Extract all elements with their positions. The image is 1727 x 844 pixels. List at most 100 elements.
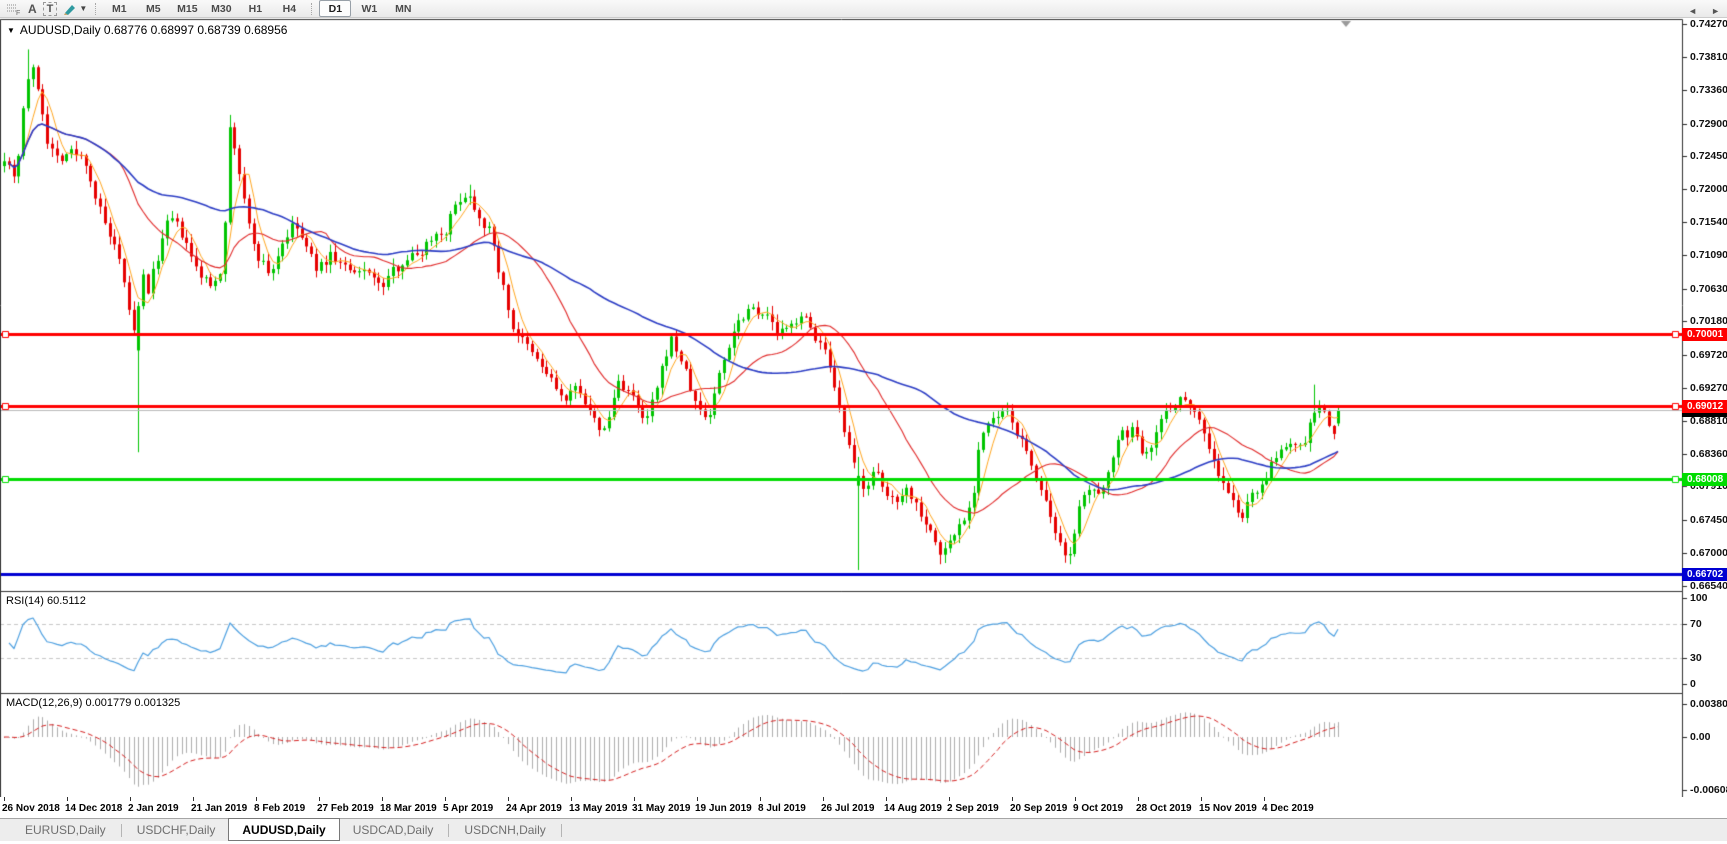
top-toolbar: F A T ▼ M1M5M15M30H1H4 D1W1MN — [0, 0, 1727, 18]
price-axis-tick: 0.70630 — [1690, 283, 1727, 295]
date-tick-mark — [1138, 797, 1139, 801]
date-axis-label: 14 Dec 2018 — [65, 803, 122, 814]
date-axis-label: 4 Dec 2019 — [1262, 803, 1314, 814]
timeframe-button-m5[interactable]: M5 — [137, 0, 169, 17]
date-axis-label: 5 Apr 2019 — [443, 803, 493, 814]
date-axis-label: 26 Nov 2018 — [2, 803, 60, 814]
tab-scroll-right-icon[interactable]: ► — [1711, 6, 1720, 16]
date-tick-mark — [697, 797, 698, 801]
tab-separator — [121, 824, 122, 837]
date-axis-label: 13 May 2019 — [569, 803, 627, 814]
rsi-pane-label: RSI(14) 60.5112 — [6, 595, 86, 607]
price-axis[interactable]: 0.742700.738100.733600.729000.724500.720… — [1682, 0, 1727, 800]
price-axis-tick: 0.68360 — [1690, 448, 1727, 460]
macd-axis-tick: 0.003804 — [1690, 698, 1727, 710]
rsi-axis-tick: 100 — [1690, 592, 1708, 604]
date-tick-mark — [67, 797, 68, 801]
date-axis-label: 26 Jul 2019 — [821, 803, 874, 814]
date-axis-label: 20 Sep 2019 — [1010, 803, 1067, 814]
timeframe-button-mn[interactable]: MN — [387, 0, 419, 17]
date-axis-label: 28 Oct 2019 — [1136, 803, 1192, 814]
chart-tab-bar: EURUSD,DailyUSDCHF,DailyAUDUSD,DailyUSDC… — [0, 818, 1727, 841]
date-tick-mark — [256, 797, 257, 801]
chevron-down-icon: ▼ — [79, 4, 87, 13]
svg-text:F: F — [16, 10, 20, 16]
tab-separator — [448, 824, 449, 837]
timeframe-button-w1[interactable]: W1 — [353, 0, 385, 17]
date-tick-mark — [382, 797, 383, 801]
price-axis-tick: 0.72900 — [1690, 118, 1727, 130]
tab-scroll-left-icon[interactable]: ◄ — [1688, 6, 1697, 16]
timeframe-button-m1[interactable]: M1 — [103, 0, 135, 17]
macd-axis-tick: -0.006087 — [1690, 784, 1727, 796]
indicator-f-icon[interactable]: F — [3, 1, 25, 17]
timeframe-button-m15[interactable]: M15 — [171, 0, 203, 17]
t-tool-icon: T — [43, 2, 58, 16]
tab-usdcnh[interactable]: USDCNH,Daily — [451, 819, 558, 841]
date-tick-mark — [319, 797, 320, 801]
hline-price-label: 0.66702 — [1682, 568, 1727, 581]
toolbar-separator — [95, 3, 97, 15]
tab-scroll-arrows: ◄ ► — [1688, 6, 1720, 16]
date-tick-mark — [445, 797, 446, 801]
date-axis-label: 9 Oct 2019 — [1073, 803, 1123, 814]
date-tick-mark — [1012, 797, 1013, 801]
timeframe-button-m30[interactable]: M30 — [205, 0, 237, 17]
date-axis-label: 24 Apr 2019 — [506, 803, 562, 814]
toolbar-separator — [311, 3, 313, 15]
date-tick-mark — [508, 797, 509, 801]
macd-pane-label: MACD(12,26,9) 0.001779 0.001325 — [6, 697, 180, 709]
ohlc-text: AUDUSD,Daily 0.68776 0.68997 0.68739 0.6… — [20, 23, 288, 37]
a-tool-icon: A — [28, 2, 37, 16]
date-tick-mark — [823, 797, 824, 801]
date-axis-label: 2 Sep 2019 — [947, 803, 999, 814]
date-axis-label: 21 Jan 2019 — [191, 803, 247, 814]
price-axis-tick: 0.69720 — [1690, 349, 1727, 361]
date-tick-mark — [130, 797, 131, 801]
price-axis-tick: 0.73360 — [1690, 84, 1727, 96]
date-axis-label: 19 Jun 2019 — [695, 803, 752, 814]
date-tick-mark — [1264, 797, 1265, 801]
hline-price-label: 0.70001 — [1682, 328, 1727, 341]
tab-audusd[interactable]: AUDUSD,Daily — [228, 818, 339, 841]
date-axis-label: 14 Aug 2019 — [884, 803, 942, 814]
date-tick-mark — [634, 797, 635, 801]
chart-plot-canvas[interactable] — [0, 0, 1727, 800]
colors-tool[interactable]: ▼ — [60, 1, 90, 17]
timeframe-button-d1[interactable]: D1 — [319, 0, 351, 17]
date-axis[interactable]: 26 Nov 201814 Dec 20182 Jan 201921 Jan 2… — [0, 797, 1727, 818]
price-axis-tick: 0.72000 — [1690, 183, 1727, 195]
price-axis-tick: 0.67000 — [1690, 547, 1727, 559]
price-axis-tick: 0.72450 — [1690, 150, 1727, 162]
date-tick-mark — [193, 797, 194, 801]
timeframe-button-group: M1M5M15M30H1H4 D1W1MN — [90, 0, 420, 17]
rsi-axis-tick: 70 — [1690, 618, 1702, 630]
collapse-triangle-icon: ▼ — [7, 26, 15, 35]
date-tick-mark — [1201, 797, 1202, 801]
date-axis-label: 8 Feb 2019 — [254, 803, 305, 814]
tab-usdchf[interactable]: USDCHF,Daily — [124, 819, 229, 841]
date-tick-mark — [4, 797, 5, 801]
tab-usdcad[interactable]: USDCAD,Daily — [340, 819, 447, 841]
price-axis-tick: 0.69270 — [1690, 382, 1727, 394]
date-axis-label: 31 May 2019 — [632, 803, 690, 814]
tab-eurusd[interactable]: EURUSD,Daily — [12, 819, 119, 841]
date-tick-mark — [949, 797, 950, 801]
macd-axis-tick: 0.00 — [1690, 731, 1710, 743]
date-tick-mark — [886, 797, 887, 801]
chart-tabs: EURUSD,DailyUSDCHF,DailyAUDUSD,DailyUSDC… — [12, 819, 564, 841]
hline-price-label: 0.69012 — [1682, 400, 1727, 413]
date-axis-label: 8 Jul 2019 — [758, 803, 806, 814]
timeframe-button-h4[interactable]: H4 — [273, 0, 305, 17]
price-axis-tick: 0.70180 — [1690, 315, 1727, 327]
text-tool-selected[interactable]: T — [40, 1, 61, 17]
rsi-axis-tick: 30 — [1690, 652, 1702, 664]
date-tick-mark — [571, 797, 572, 801]
date-tick-mark — [1075, 797, 1076, 801]
date-axis-label: 18 Mar 2019 — [380, 803, 437, 814]
timeframe-button-h1[interactable]: H1 — [239, 0, 271, 17]
price-axis-tick: 0.73810 — [1690, 51, 1727, 63]
date-tick-mark — [760, 797, 761, 801]
text-label-tool[interactable]: A — [25, 1, 40, 17]
chart-ohlc-title: ▼ AUDUSD,Daily 0.68776 0.68997 0.68739 0.… — [7, 23, 287, 37]
